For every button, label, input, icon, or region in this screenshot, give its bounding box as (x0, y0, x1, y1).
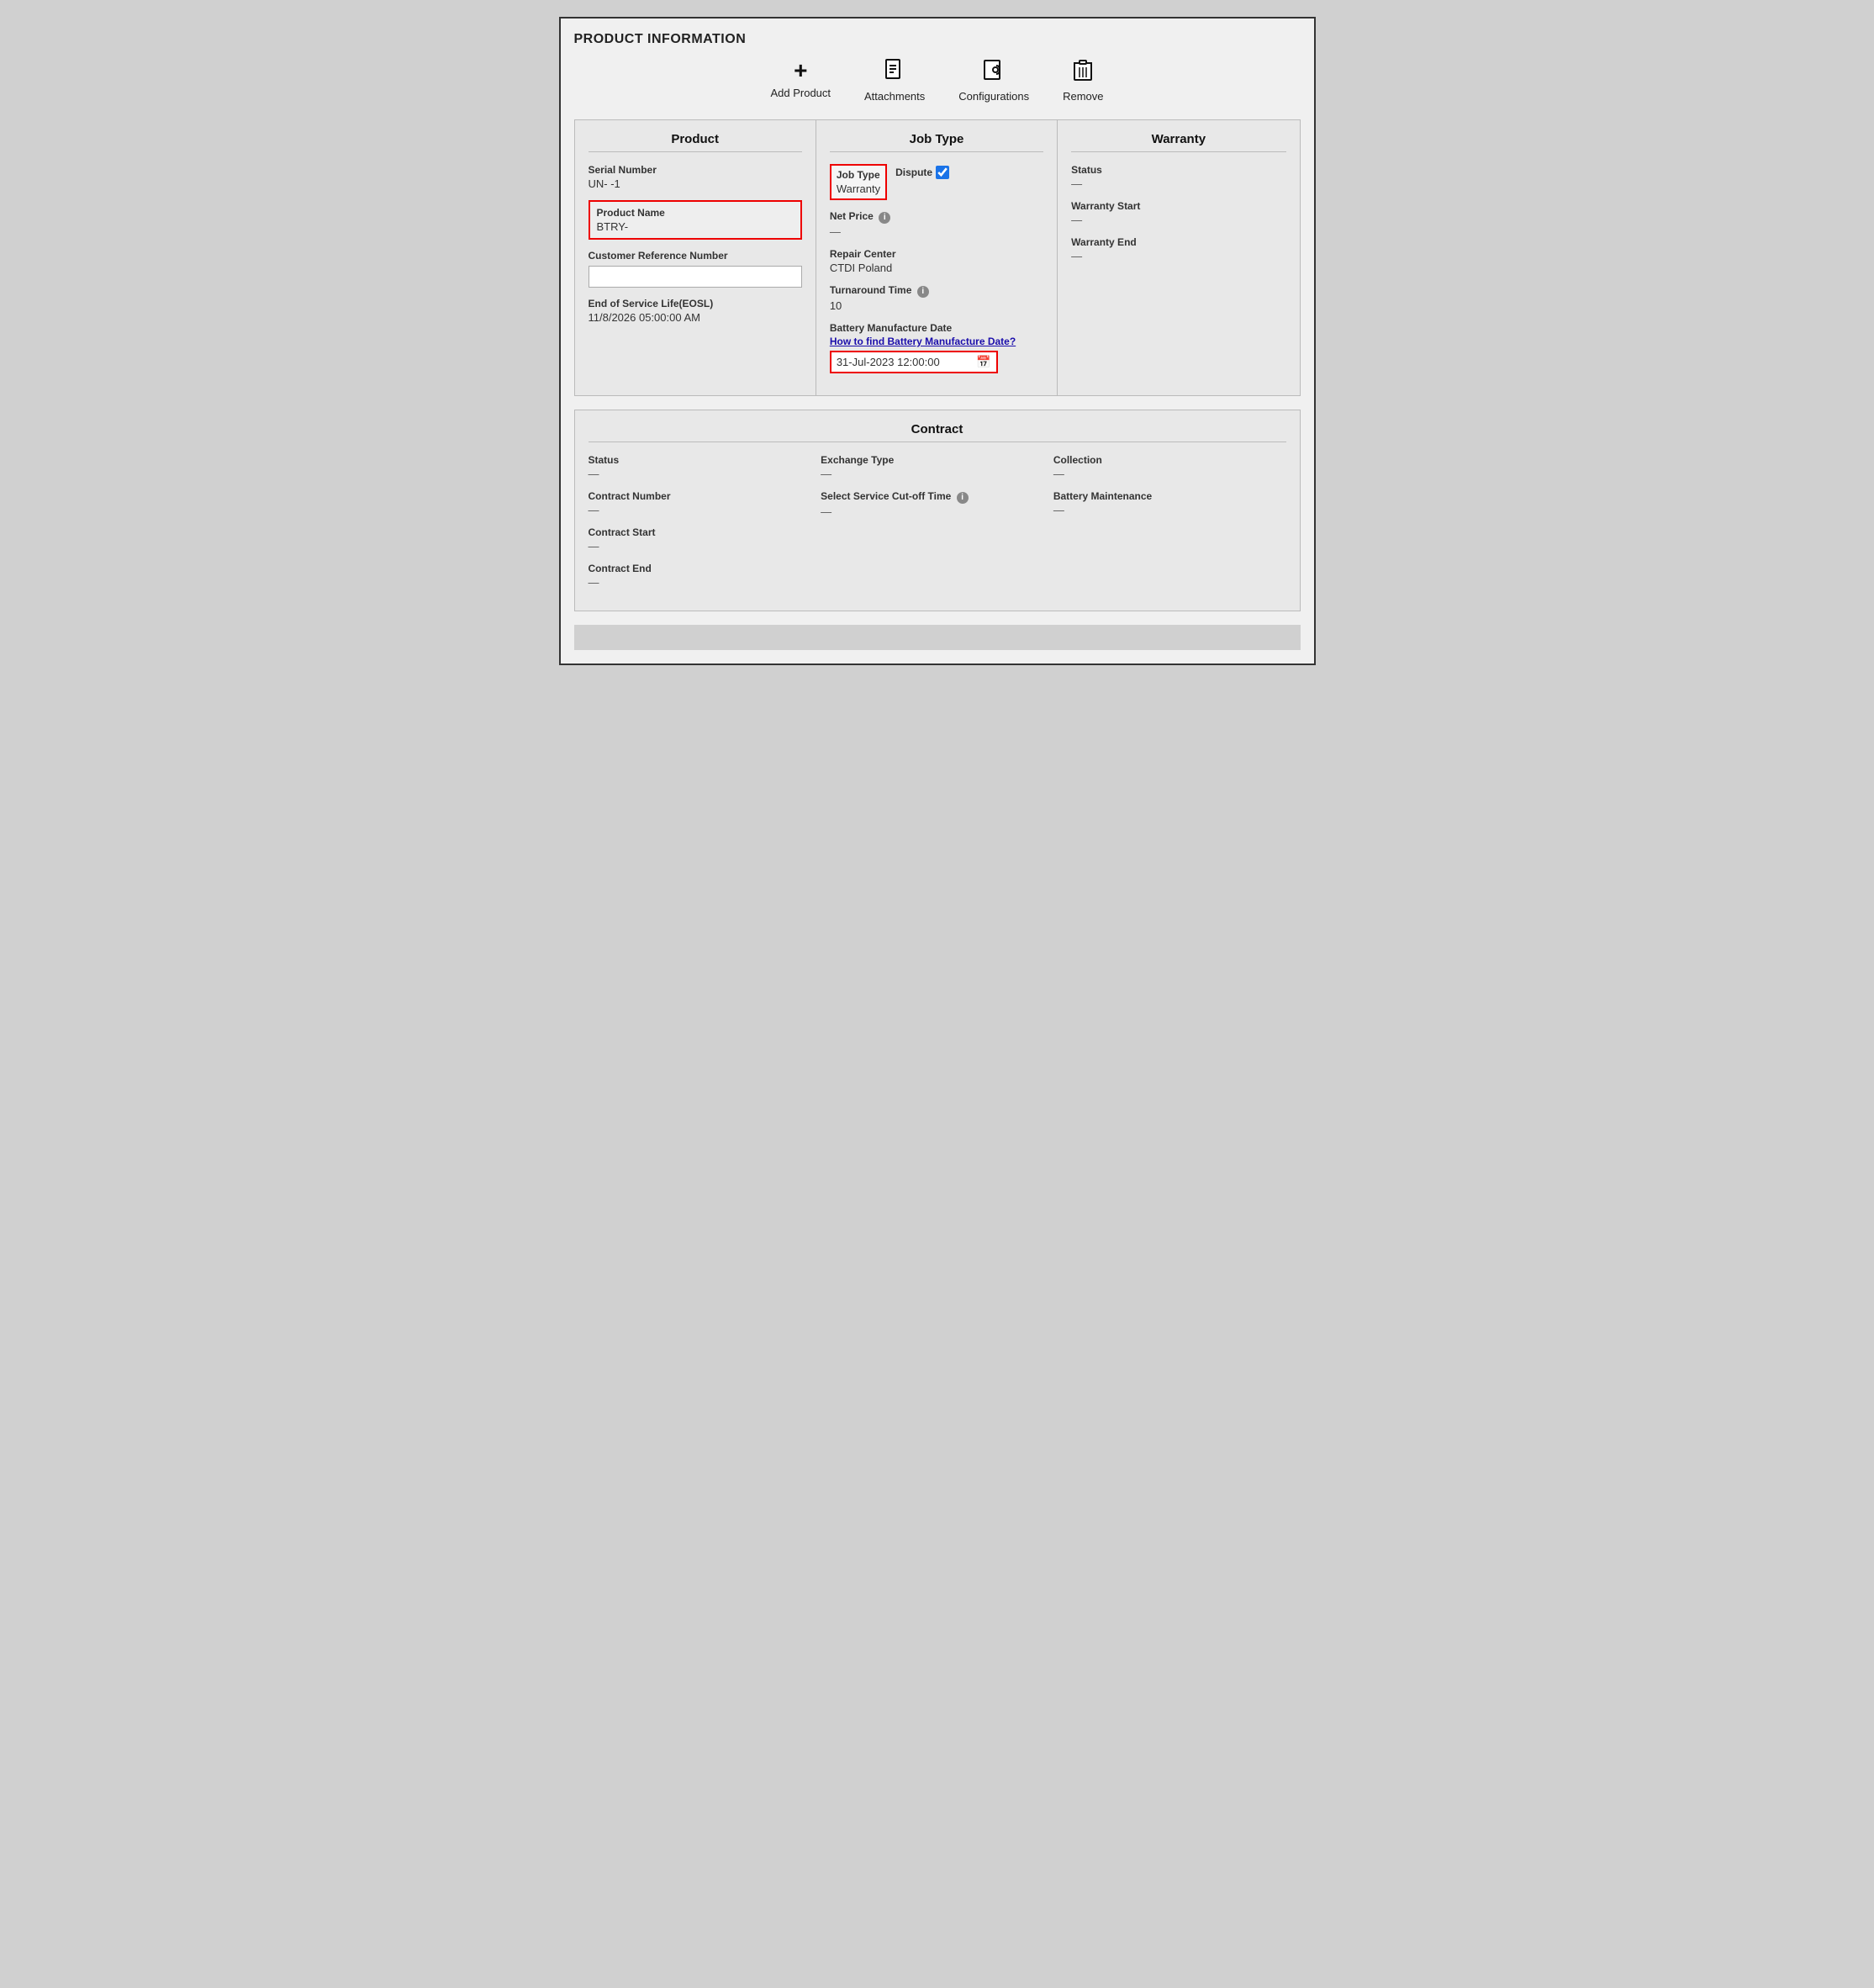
contract-end-label: Contract End (589, 563, 808, 574)
job-type-label: Job Type (837, 169, 880, 181)
customer-ref-field: Customer Reference Number (589, 250, 802, 288)
battery-maintenance-value: — (1053, 504, 1273, 516)
turnaround-value: 10 (830, 299, 1043, 312)
attachments-label: Attachments (864, 90, 925, 103)
repair-center-field: Repair Center CTDI Poland (830, 248, 1043, 274)
customer-ref-label: Customer Reference Number (589, 250, 802, 262)
job-type-section-header: Job Type (830, 132, 1043, 152)
info-sections: Product Serial Number UN- -1 Product Nam… (574, 119, 1301, 396)
remove-button[interactable]: Remove (1063, 59, 1103, 103)
battery-maintenance-field: Battery Maintenance — (1053, 490, 1273, 516)
battery-mfg-label: Battery Manufacture Date (830, 322, 1043, 334)
exchange-type-field: Exchange Type — (821, 454, 1040, 480)
calendar-icon[interactable]: 📅 (976, 355, 990, 369)
attachments-icon (884, 59, 905, 86)
warranty-end-field: Warranty End — (1071, 236, 1285, 262)
toolbar: + Add Product Attachments (574, 59, 1301, 103)
exchange-type-value: — (821, 468, 1040, 480)
product-name-label: Product Name (597, 207, 794, 219)
attachments-button[interactable]: Attachments (864, 59, 925, 103)
configurations-label: Configurations (958, 90, 1029, 103)
turnaround-field: Turnaround Time i 10 (830, 284, 1043, 312)
contract-end-value: — (589, 576, 808, 589)
eosl-value: 11/8/2026 05:00:00 AM (589, 311, 802, 324)
contract-start-value: — (589, 540, 808, 553)
add-product-button[interactable]: + Add Product (770, 59, 831, 103)
battery-date-value: 31-Jul-2023 12:00:00 (837, 356, 972, 368)
contract-number-field: Contract Number — (589, 490, 808, 516)
add-product-label: Add Product (770, 87, 831, 99)
remove-icon (1073, 59, 1093, 86)
battery-maintenance-label: Battery Maintenance (1053, 490, 1273, 502)
eosl-field: End of Service Life(EOSL) 11/8/2026 05:0… (589, 298, 802, 324)
contract-status-field: Status — (589, 454, 808, 480)
warranty-end-value: — (1071, 250, 1285, 262)
contract-col-3: Collection — Battery Maintenance — (1053, 454, 1286, 599)
battery-mfg-field: Battery Manufacture Date How to find Bat… (830, 322, 1043, 373)
warranty-status-field: Status — (1071, 164, 1285, 190)
add-product-icon: + (794, 59, 807, 82)
job-type-highlighted: Job Type Warranty (830, 164, 887, 200)
net-price-field: Net Price i — (830, 210, 1043, 238)
serial-number-value: UN- -1 (589, 177, 802, 190)
net-price-info-icon[interactable]: i (879, 212, 890, 224)
service-cutoff-info-icon[interactable]: i (957, 492, 969, 504)
dispute-field: Dispute (895, 166, 949, 179)
job-type-section: Job Type Job Type Warranty Dispute Net P… (816, 120, 1058, 395)
configurations-button[interactable]: Configurations (958, 59, 1029, 103)
warranty-status-value: — (1071, 177, 1285, 190)
contract-start-label: Contract Start (589, 526, 808, 538)
collection-field: Collection — (1053, 454, 1273, 480)
turnaround-label: Turnaround Time i (830, 284, 1043, 298)
net-price-value: — (830, 225, 1043, 238)
warranty-start-value: — (1071, 214, 1285, 226)
job-type-row: Job Type Warranty Dispute (830, 164, 1043, 200)
serial-number-label: Serial Number (589, 164, 802, 176)
repair-center-value: CTDI Poland (830, 262, 1043, 274)
warranty-section-header: Warranty (1071, 132, 1285, 152)
warranty-section: Warranty Status — Warranty Start — Warra… (1058, 120, 1299, 395)
repair-center-label: Repair Center (830, 248, 1043, 260)
product-section: Product Serial Number UN- -1 Product Nam… (575, 120, 816, 395)
service-cutoff-label: Select Service Cut-off Time i (821, 490, 1040, 504)
contract-number-label: Contract Number (589, 490, 808, 502)
collection-label: Collection (1053, 454, 1273, 466)
contract-section: Contract Status — Contract Number — Cont… (574, 410, 1301, 611)
product-section-header: Product (589, 132, 802, 152)
product-name-value: BTRY- (597, 220, 794, 233)
serial-number-field: Serial Number UN- -1 (589, 164, 802, 190)
contract-status-value: — (589, 468, 808, 480)
contract-start-field: Contract Start — (589, 526, 808, 553)
contract-grid: Status — Contract Number — Contract Star… (589, 454, 1286, 599)
net-price-label: Net Price i (830, 210, 1043, 224)
warranty-status-label: Status (1071, 164, 1285, 176)
product-information-panel: PRODUCT INFORMATION + Add Product Attach… (559, 17, 1316, 665)
remove-label: Remove (1063, 90, 1103, 103)
job-type-value: Warranty (837, 182, 880, 195)
collection-value: — (1053, 468, 1273, 480)
eosl-label: End of Service Life(EOSL) (589, 298, 802, 309)
contract-status-label: Status (589, 454, 808, 466)
service-cutoff-field: Select Service Cut-off Time i — (821, 490, 1040, 518)
dispute-label: Dispute (895, 167, 932, 178)
bottom-bar (574, 625, 1301, 650)
contract-end-field: Contract End — (589, 563, 808, 589)
product-name-highlighted: Product Name BTRY- (589, 200, 802, 240)
exchange-type-label: Exchange Type (821, 454, 1040, 466)
customer-ref-input[interactable] (589, 266, 802, 288)
page-title: PRODUCT INFORMATION (574, 32, 1301, 47)
contract-col-2: Exchange Type — Select Service Cut-off T… (821, 454, 1053, 599)
turnaround-info-icon[interactable]: i (917, 286, 929, 298)
battery-mfg-link[interactable]: How to find Battery Manufacture Date? (830, 336, 1043, 347)
contract-section-header: Contract (589, 422, 1286, 442)
warranty-end-label: Warranty End (1071, 236, 1285, 248)
warranty-start-label: Warranty Start (1071, 200, 1285, 212)
dispute-checkbox[interactable] (936, 166, 949, 179)
warranty-start-field: Warranty Start — (1071, 200, 1285, 226)
contract-number-value: — (589, 504, 808, 516)
contract-col-1: Status — Contract Number — Contract Star… (589, 454, 821, 599)
service-cutoff-value: — (821, 505, 1040, 518)
configurations-icon (983, 59, 1005, 86)
battery-date-input[interactable]: 31-Jul-2023 12:00:00 📅 (830, 351, 998, 373)
